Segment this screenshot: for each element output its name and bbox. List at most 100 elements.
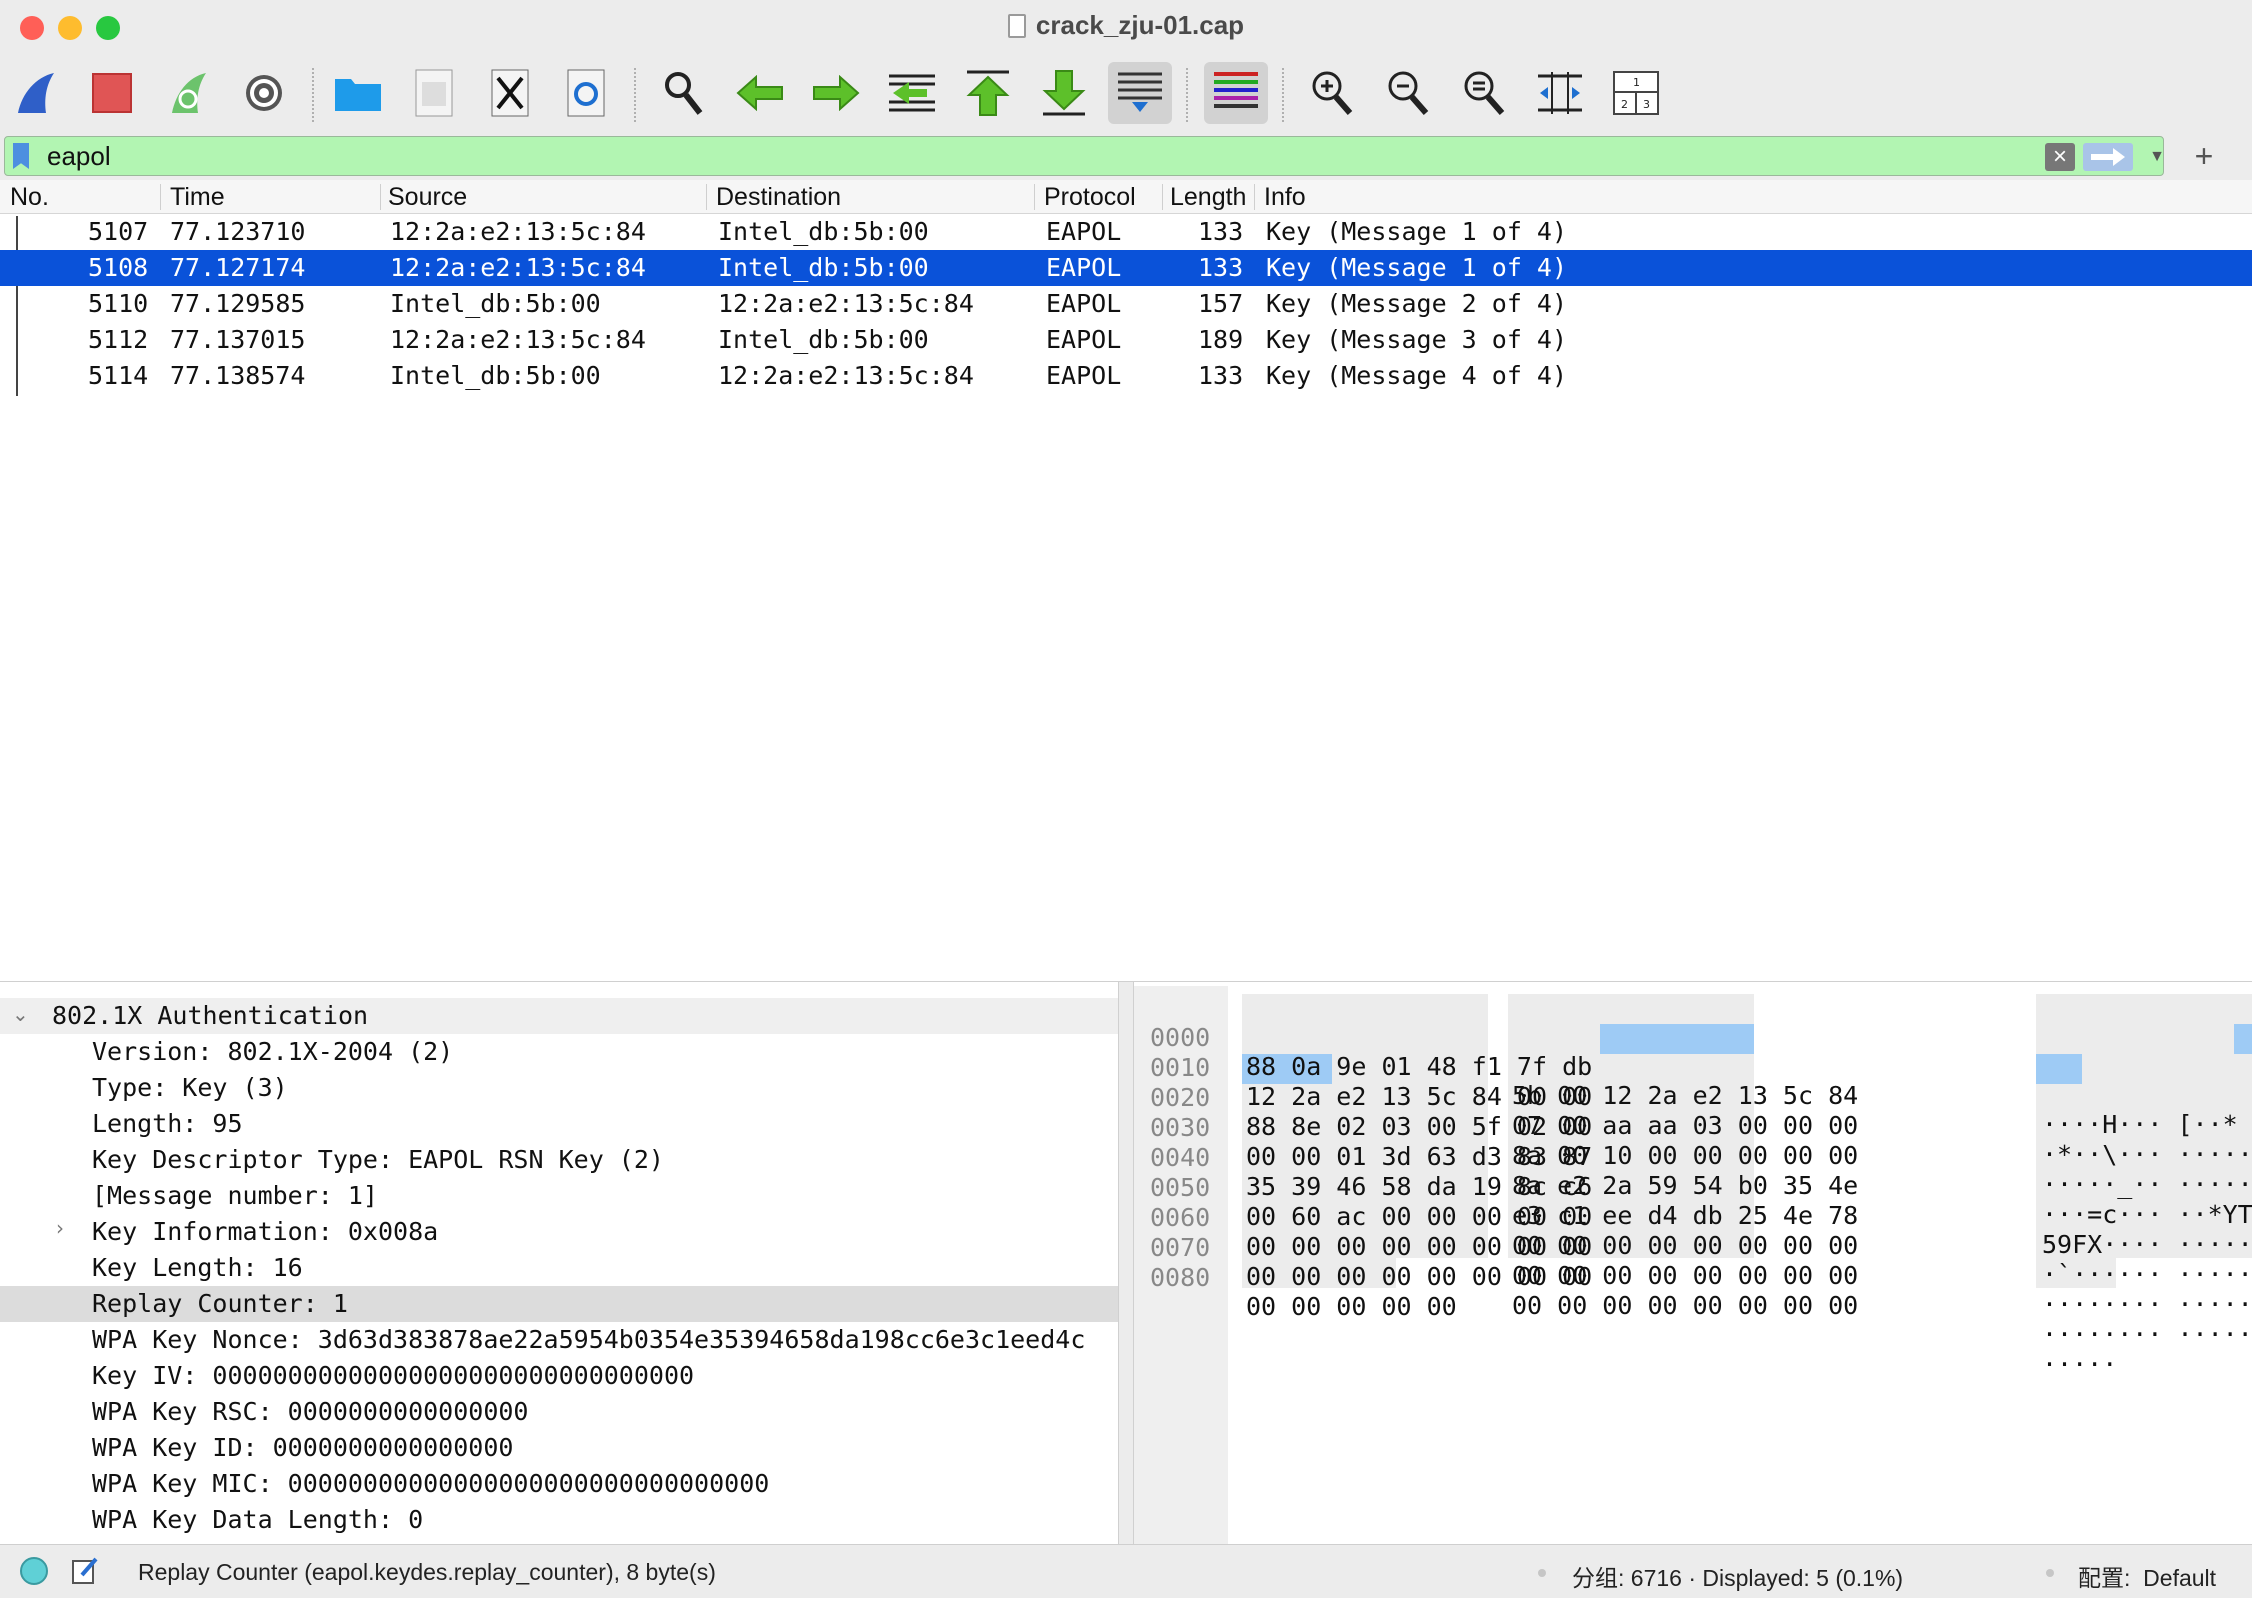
packet-row[interactable]: 5112 77.137015 12:2a:e2:13:5c:84 Intel_d… (0, 322, 2252, 358)
packet-no: 5114 (88, 361, 149, 390)
tree-field-type[interactable]: Type: Key (3) (0, 1070, 1118, 1106)
chevron-down-icon[interactable]: ⌄ (12, 1002, 29, 1026)
expert-info-icon[interactable] (20, 1557, 48, 1585)
shark-fin-start-icon[interactable] (4, 62, 68, 124)
packet-no: 5107 (88, 217, 149, 246)
packet-protocol: EAPOL (1046, 361, 1122, 390)
column-header-protocol[interactable]: Protocol (1044, 183, 1136, 212)
hex-row[interactable]: 0020 88 8e 02 03 00 5f 02 00 8a 00 10 00… (1134, 1054, 2252, 1199)
open-folder-icon[interactable] (326, 62, 390, 124)
status-profile[interactable]: 配置: Default (2078, 1559, 2216, 1593)
reload-file-icon[interactable] (554, 62, 618, 124)
hex-row[interactable]: 0030 00 00 01 3d 63 d3 83 87 8a e2 2a 59… (1134, 1084, 2252, 1229)
tree-node-802.1x-authentication[interactable]: ⌄ 802.1X Authentication (0, 998, 1118, 1034)
packet-destination: Intel_db:5b:00 (718, 217, 929, 246)
hex-row[interactable]: 0010 12 2a e2 13 5c 84 00 00 07 00 aa aa… (1134, 1024, 2252, 1169)
packet-destination: Intel_db:5b:00 (718, 325, 929, 354)
find-packet-icon[interactable] (652, 62, 716, 124)
apply-filter-button[interactable] (2083, 143, 2133, 171)
packet-bytes-pane: 0000 88 0a 9e 01 48 f1 7f db 5b 00 12 2a… (1134, 986, 2252, 1544)
display-filter-bar: eapol × ▼ + (0, 134, 2252, 180)
tree-field-replay-counter-selected[interactable]: Replay Counter: 1 (0, 1286, 1118, 1322)
tree-field-key-descriptor-type[interactable]: Key Descriptor Type: EAPOL RSN Key (2) (0, 1142, 1118, 1178)
packet-source: 12:2a:e2:13:5c:84 (390, 325, 646, 354)
tree-field-wpa-key-rsc[interactable]: WPA Key RSC: 0000000000000000 (0, 1394, 1118, 1430)
last-packet-icon[interactable] (1032, 62, 1096, 124)
tree-field-version[interactable]: Version: 802.1X-2004 (2) (0, 1034, 1118, 1070)
packet-info: Key (Message 3 of 4) (1266, 325, 1568, 354)
main-toolbar: 12 3 (0, 56, 2252, 134)
packet-list-header: No. Time Source Destination Protocol Len… (0, 180, 2252, 214)
tree-field-wpa-key-id[interactable]: WPA Key ID: 0000000000000000 (0, 1430, 1118, 1466)
packet-length: 157 (1198, 289, 1244, 318)
pane-splitter[interactable] (1118, 982, 1134, 1544)
column-header-no[interactable]: No. (10, 183, 49, 212)
status-packet-count: 分组: 6716 · Displayed: 5 (0.1%) (1572, 1565, 1904, 1591)
packet-time: 77.127174 (170, 253, 306, 282)
save-file-icon[interactable] (402, 62, 466, 124)
stop-capture-icon[interactable] (80, 62, 144, 124)
packet-info: Key (Message 4 of 4) (1266, 361, 1568, 390)
packet-source: Intel_db:5b:00 (390, 361, 601, 390)
hex-row[interactable]: 0070 00 00 00 00 00 00 00 00 00 00 00 00… (1134, 1204, 2252, 1349)
status-bar: Replay Counter (eapol.keydes.replay_coun… (0, 1544, 2252, 1598)
packet-row[interactable]: 5107 77.123710 12:2a:e2:13:5c:84 Intel_d… (0, 214, 2252, 250)
packet-source: 12:2a:e2:13:5c:84 (390, 217, 646, 246)
packet-time: 77.129585 (170, 289, 306, 318)
packet-source: 12:2a:e2:13:5c:84 (390, 253, 646, 282)
column-header-destination[interactable]: Destination (716, 183, 841, 212)
go-forward-icon[interactable] (804, 62, 868, 124)
packet-length: 133 (1198, 253, 1244, 282)
tree-field-message-number[interactable]: [Message number: 1] (0, 1178, 1118, 1214)
resize-columns-icon[interactable] (1528, 62, 1592, 124)
packet-row[interactable]: 5110 77.129585 Intel_db:5b:00 12:2a:e2:1… (0, 286, 2252, 322)
packet-protocol: EAPOL (1046, 325, 1122, 354)
clear-filter-icon[interactable]: × (2045, 143, 2075, 171)
tree-field-length[interactable]: Length: 95 (0, 1106, 1118, 1142)
tree-node-key-information[interactable]: › Key Information: 0x008a (0, 1214, 1118, 1250)
hex-row[interactable]: 0060 00 00 00 00 00 00 00 00 00 00 00 00… (1134, 1174, 2252, 1319)
tree-field-wpa-key-data-length[interactable]: WPA Key Data Length: 0 (0, 1502, 1118, 1538)
document-icon (1007, 14, 1026, 38)
go-back-icon[interactable] (728, 62, 792, 124)
packet-time: 77.123710 (170, 217, 306, 246)
packet-info: Key (Message 2 of 4) (1266, 289, 1568, 318)
hex-row[interactable]: 0040 35 39 46 58 da 19 8c c6 e3 c1 ee d4… (1134, 1114, 2252, 1259)
chevron-right-icon[interactable]: › (56, 1216, 64, 1240)
packet-row-selected[interactable]: 5108 77.127174 12:2a:e2:13:5c:84 Intel_d… (0, 250, 2252, 286)
tree-field-wpa-key-nonce[interactable]: WPA Key Nonce: 3d63d383878ae22a5954b0354… (0, 1322, 1118, 1358)
zoom-out-icon[interactable] (1376, 62, 1440, 124)
capture-options-icon[interactable] (232, 62, 296, 124)
go-to-packet-icon[interactable] (880, 62, 944, 124)
column-header-source[interactable]: Source (388, 183, 467, 212)
colorize-icon[interactable] (1204, 62, 1268, 124)
normal-size-icon[interactable] (1452, 62, 1516, 124)
hex-row[interactable]: 0000 88 0a 9e 01 48 f1 7f db 5b 00 12 2a… (1134, 994, 2238, 1139)
first-packet-icon[interactable] (956, 62, 1020, 124)
column-header-info[interactable]: Info (1264, 183, 1306, 212)
layout-icon[interactable]: 12 3 (1604, 62, 1668, 124)
tree-field-wpa-key-mic[interactable]: WPA Key MIC: 000000000000000000000000000… (0, 1466, 1118, 1502)
filter-bookmark-icon[interactable] (13, 143, 29, 169)
add-filter-button[interactable]: + (2184, 136, 2224, 176)
hex-row[interactable]: 0050 00 60 ac 00 00 00 00 00 00 00 00 00… (1134, 1144, 2252, 1289)
edit-comment-icon[interactable] (70, 1555, 100, 1591)
chevron-down-icon[interactable]: ▼ (2145, 143, 2169, 171)
display-filter-input[interactable]: eapol × ▼ (4, 136, 2165, 176)
tree-field-key-length[interactable]: Key Length: 16 (0, 1250, 1118, 1286)
display-filter-text[interactable]: eapol (47, 141, 111, 172)
packet-no: 5112 (88, 325, 149, 354)
packet-length: 189 (1198, 325, 1244, 354)
restart-capture-icon[interactable] (156, 62, 220, 124)
packet-row[interactable]: 5114 77.138574 Intel_db:5b:00 12:2a:e2:1… (0, 358, 2252, 394)
zoom-in-icon[interactable] (1300, 62, 1364, 124)
column-header-length[interactable]: Length (1170, 183, 1246, 212)
tree-field-key-iv[interactable]: Key IV: 00000000000000000000000000000000 (0, 1358, 1118, 1394)
svg-text:1: 1 (1633, 76, 1640, 89)
window-title: crack_zju-01.cap (0, 10, 2252, 41)
autoscroll-icon[interactable] (1108, 62, 1172, 124)
packet-list: No. Time Source Destination Protocol Len… (0, 180, 2252, 982)
column-header-time[interactable]: Time (170, 183, 225, 212)
hex-row[interactable]: 0080 00 00 00 00 00 ····· (1134, 1234, 2117, 1379)
close-file-icon[interactable] (478, 62, 542, 124)
